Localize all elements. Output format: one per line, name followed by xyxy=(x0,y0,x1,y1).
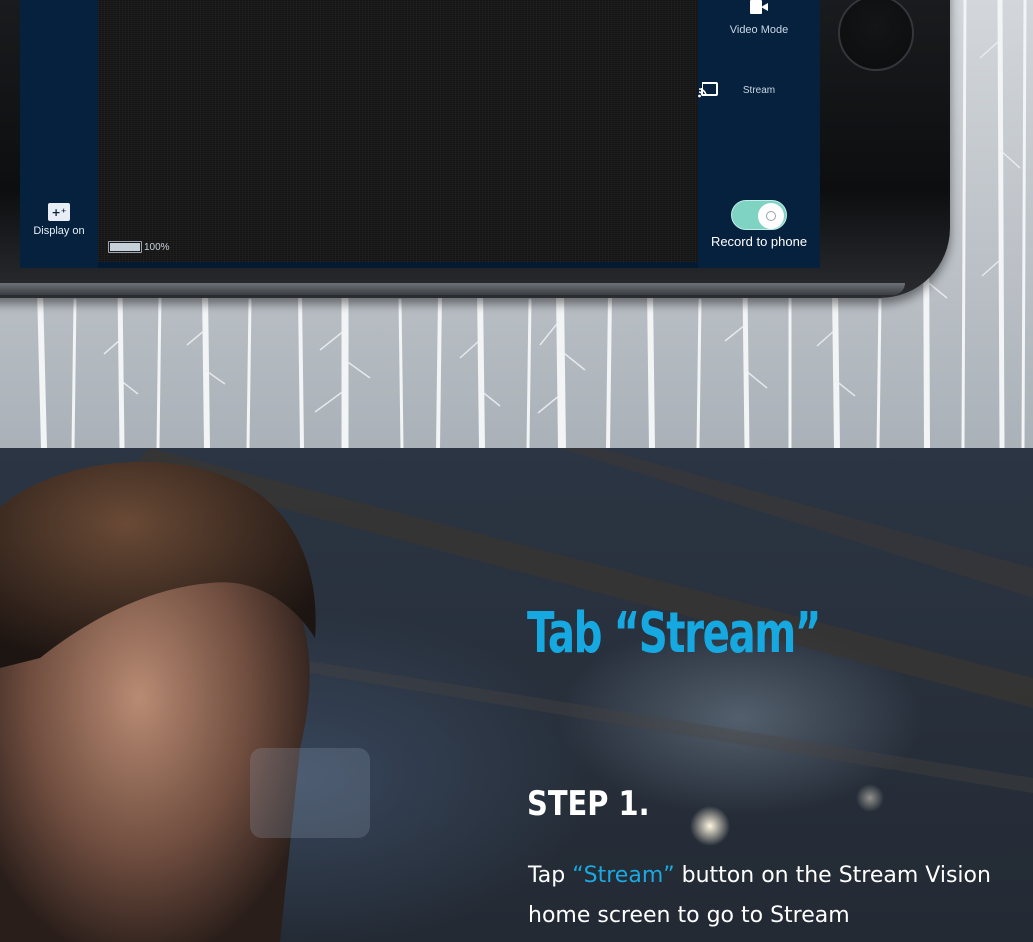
camera-viewport xyxy=(98,0,698,262)
desc-text-before: Tap xyxy=(528,863,573,888)
right-control-panel: Video Mode Stream Record to phone xyxy=(698,0,820,268)
display-brightness-icon: +⁺ xyxy=(48,203,70,221)
video-mode-button[interactable]: Video Mode xyxy=(698,0,820,36)
phone-edge xyxy=(0,283,905,295)
battery-icon xyxy=(108,241,142,253)
stream-button[interactable]: Stream xyxy=(698,82,820,98)
display-on-button[interactable]: +⁺ Display on xyxy=(20,203,98,237)
video-mode-label: Video Mode xyxy=(729,24,789,36)
step-description: Tap “Stream” button on the Stream Vision… xyxy=(528,856,1018,936)
cast-icon xyxy=(698,82,718,98)
forest-background: +⁺ Display on 100% Video Mode Stream Rec… xyxy=(0,0,1033,448)
desc-highlight-stream: “Stream” xyxy=(572,863,675,888)
record-to-phone-control[interactable]: Record to phone xyxy=(698,200,820,249)
record-toggle[interactable] xyxy=(731,200,787,230)
display-on-label: Display on xyxy=(33,225,85,237)
video-camera-icon xyxy=(750,0,768,14)
step-title: STEP 1. xyxy=(527,784,650,824)
page-title: Tab “Stream” xyxy=(527,600,821,666)
battery-indicator: 100% xyxy=(108,241,170,253)
record-to-phone-label: Record to phone xyxy=(710,234,808,249)
left-control-panel: +⁺ Display on xyxy=(20,0,98,268)
app-screen: +⁺ Display on 100% Video Mode Stream Rec… xyxy=(20,0,820,268)
toggle-knob xyxy=(758,203,784,229)
stream-label: Stream xyxy=(742,85,776,96)
battery-percent: 100% xyxy=(144,241,170,253)
